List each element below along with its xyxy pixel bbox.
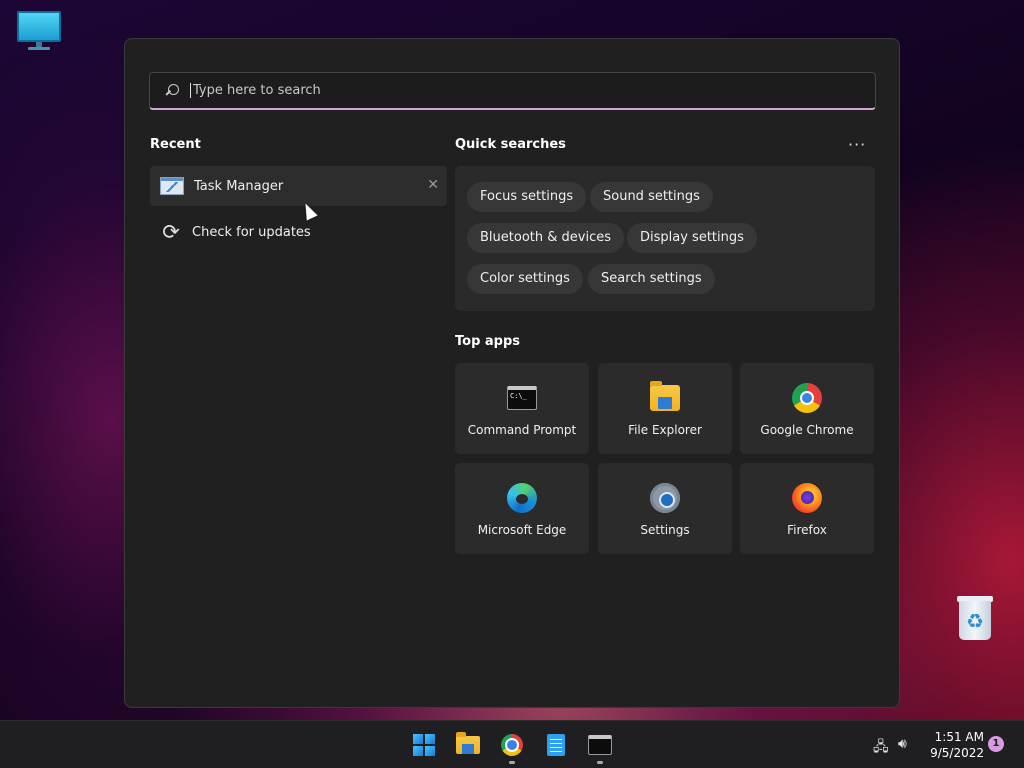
command-prompt-icon: [588, 735, 612, 755]
app-tile-label: Settings: [640, 523, 690, 537]
quick-searches-box: Focus settings Sound settings Bluetooth …: [455, 166, 875, 311]
recent-title: Recent: [150, 137, 201, 152]
network-icon[interactable]: 🖧: [873, 736, 889, 760]
refresh-icon: ⟳: [162, 220, 180, 244]
chrome-icon: [792, 383, 822, 413]
search-icon: [164, 83, 180, 99]
app-tile-label: Firefox: [787, 523, 827, 537]
app-tile-microsoft-edge[interactable]: Microsoft Edge: [455, 463, 589, 554]
volume-icon[interactable]: 🔊︎: [898, 736, 907, 752]
notification-badge[interactable]: 1: [988, 736, 1004, 752]
edge-icon: [507, 483, 537, 513]
running-indicator: [597, 761, 603, 764]
taskbar: [0, 720, 1024, 768]
chip-display-settings[interactable]: Display settings: [627, 223, 757, 253]
app-tile-file-explorer[interactable]: File Explorer: [598, 363, 732, 454]
close-icon[interactable]: ✕: [427, 177, 439, 193]
chip-focus-settings[interactable]: Focus settings: [467, 182, 587, 212]
taskbar-file-explorer[interactable]: [452, 729, 484, 761]
app-tile-label: Microsoft Edge: [477, 523, 567, 537]
clock-date: 9/5/2022: [930, 746, 984, 760]
app-tile-google-chrome[interactable]: Google Chrome: [740, 363, 874, 454]
chip-color-settings[interactable]: Color settings: [467, 264, 583, 294]
more-options-icon[interactable]: ···: [848, 135, 866, 154]
search-input[interactable]: [190, 83, 840, 98]
app-tile-firefox[interactable]: Firefox: [740, 463, 874, 554]
running-indicator: [509, 761, 515, 764]
chip-sound-settings[interactable]: Sound settings: [590, 182, 713, 212]
taskbar-notepad[interactable]: [540, 729, 572, 761]
chrome-icon: [501, 734, 523, 756]
start-icon: [413, 734, 435, 756]
clock-time: 1:51 AM: [934, 730, 984, 744]
search-box[interactable]: [149, 72, 876, 110]
firefox-icon: [792, 483, 822, 513]
recent-item-check-for-updates[interactable]: ⟳ Check for updates: [150, 212, 447, 252]
app-tile-settings[interactable]: Settings: [598, 463, 732, 554]
quick-searches-title: Quick searches: [455, 137, 566, 152]
this-pc-desktop-icon[interactable]: [17, 11, 61, 51]
app-tile-label: Command Prompt: [467, 423, 577, 437]
recent-item-label: Task Manager: [194, 178, 284, 194]
app-tile-command-prompt[interactable]: C:\_ Command Prompt: [455, 363, 589, 454]
file-explorer-icon: [456, 732, 480, 754]
search-panel: Recent Task Manager ✕ ⟳ Check for update…: [124, 38, 900, 708]
task-manager-icon: [160, 177, 184, 195]
recent-item-label: Check for updates: [192, 224, 311, 240]
app-tile-label: File Explorer: [628, 423, 702, 437]
recent-item-task-manager[interactable]: Task Manager ✕: [150, 166, 447, 206]
command-prompt-icon: C:\_: [507, 386, 537, 410]
file-explorer-icon: [650, 381, 680, 411]
notepad-icon: [547, 734, 565, 756]
chip-search-settings[interactable]: Search settings: [588, 264, 715, 294]
start-button[interactable]: [408, 729, 440, 761]
app-tile-label: Google Chrome: [760, 423, 854, 437]
taskbar-clock[interactable]: 1:51 AM 9/5/2022: [928, 729, 984, 761]
settings-icon: [647, 480, 683, 516]
taskbar-command-prompt[interactable]: [584, 729, 616, 764]
taskbar-chrome[interactable]: [496, 729, 528, 764]
top-apps-title: Top apps: [455, 334, 521, 349]
chip-bluetooth-devices[interactable]: Bluetooth & devices: [467, 223, 624, 253]
recycle-bin-desktop-icon[interactable]: ♻: [955, 596, 995, 642]
